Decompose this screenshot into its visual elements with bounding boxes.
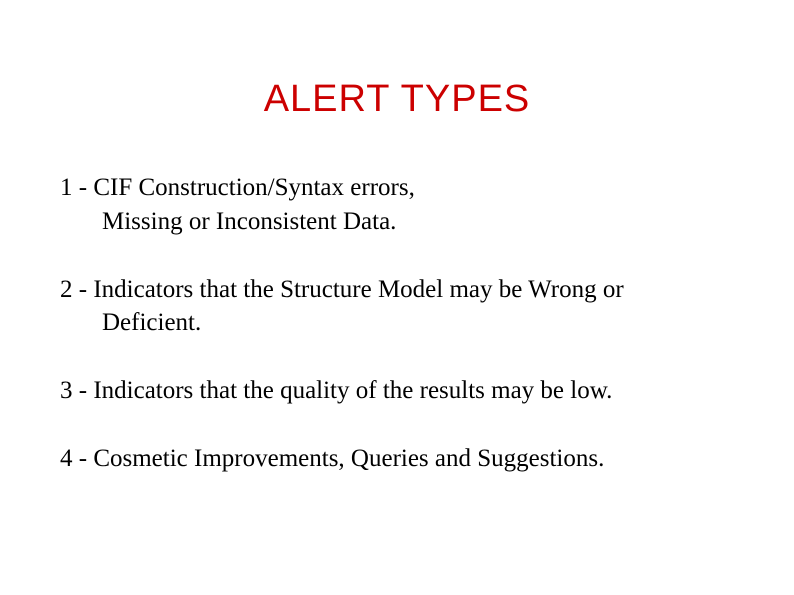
- slide-body: 1 - CIF Construction/Syntax errors, Miss…: [60, 171, 734, 476]
- slide: ALERT TYPES 1 - CIF Construction/Syntax …: [0, 0, 794, 595]
- alert-type-1: 1 - CIF Construction/Syntax errors, Miss…: [60, 171, 734, 239]
- alert-type-3: 3 - Indicators that the quality of the r…: [60, 374, 734, 408]
- alert-type-1-line1: 1 - CIF Construction/Syntax errors,: [60, 171, 734, 205]
- alert-type-2-line2: Deficient.: [60, 306, 734, 340]
- alert-type-2: 2 - Indicators that the Structure Model …: [60, 273, 734, 341]
- slide-title: ALERT TYPES: [60, 78, 734, 121]
- alert-type-4-line1: 4 - Cosmetic Improvements, Queries and S…: [60, 442, 734, 476]
- alert-type-2-line1: 2 - Indicators that the Structure Model …: [60, 273, 734, 307]
- alert-type-3-line1: 3 - Indicators that the quality of the r…: [60, 374, 734, 408]
- alert-type-4: 4 - Cosmetic Improvements, Queries and S…: [60, 442, 734, 476]
- alert-type-1-line2: Missing or Inconsistent Data.: [60, 205, 734, 239]
